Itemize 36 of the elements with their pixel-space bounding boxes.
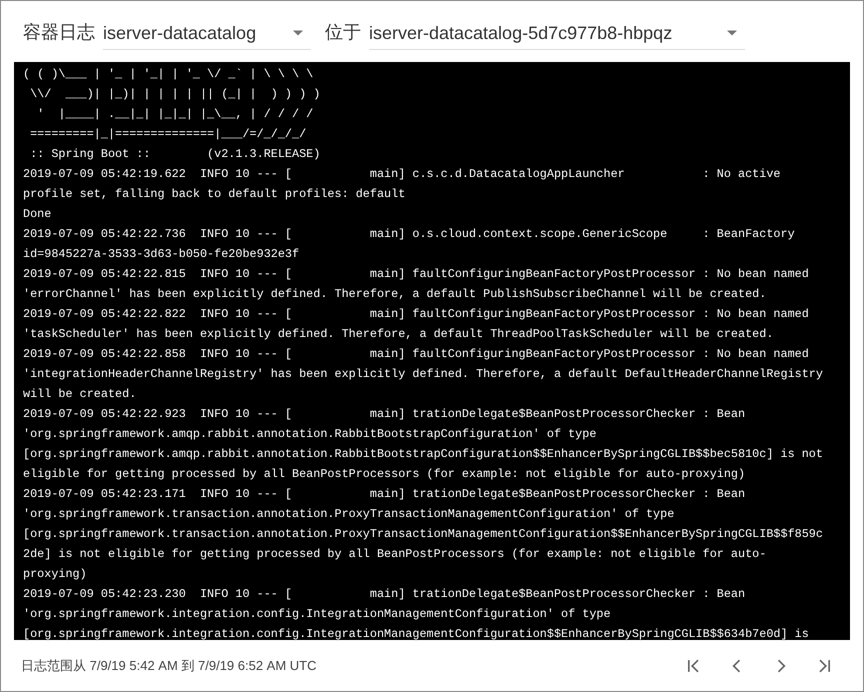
log-label: 容器日志 [23, 20, 95, 44]
log-line: [org.springframework.integration.config.IntegrationManagementConfiguration$$EnhancerBySpringCGLIB$$634b7e0d] is [23, 626, 809, 640]
log-line: 'integrationHeaderChannelRegistry' has been explicitly defined. Therefore, a default DefaultHeaderChannelRegistry [23, 366, 823, 383]
log-line: 2019-07-09 05:42:23.230 INFO 10 --- [ main] trationDelegate$BeanPostProcessorChecker : Bean [23, 586, 746, 603]
log-line: [org.springframework.transaction.annotation.ProxyTransactionManagementConfiguration$$EnhancerBySpringCGLIB$$f859c [23, 526, 823, 543]
log-line: will be created. [23, 386, 136, 403]
log-line: :: Spring Boot :: (v2.1.3.RELEASE) [29, 146, 320, 163]
log-line: 2019-07-09 05:42:22.736 INFO 10 --- [ main] o.s.cloud.context.scope.GenericScope : BeanFactory [23, 226, 795, 243]
log-line: 2019-07-09 05:42:19.622 INFO 10 --- [ main] c.s.c.d.DatacatalogAppLauncher : No active [23, 166, 780, 183]
log-line: 2019-07-09 05:42:23.171 INFO 10 --- [ main] trationDelegate$BeanPostProcessorChecker : Bean [23, 486, 746, 503]
log-line: 2de] is not eligible for getting processed by all BeanPostProcessors (for example: not eligible for auto- [23, 546, 766, 563]
log-line: \\/ ___)| |_)| | | | | || (_| | ) ) ) ) [29, 86, 320, 103]
log-line: Done [23, 206, 52, 223]
log-line: 'org.springframework.amqp.rabbit.annotation.RabbitBootstrapConfiguration' of type [23, 426, 596, 443]
log-line: eligible for getting processed by all BeanPostProcessors (for example: not eligible for auto-proxying) [23, 466, 746, 483]
container-dropdown[interactable]: iserver-datacatalog [103, 14, 311, 50]
log-range-text: 日志范围从 7/9/19 5:42 AM 到 7/9/19 6:52 AM UTC [21, 656, 317, 674]
caret-icon [727, 30, 737, 36]
log-line: [org.springframework.amqp.rabbit.annotation.RabbitBootstrapConfiguration$$EnhancerBySpringCGLIB$$bec5810c] is not [23, 446, 823, 463]
log-line: profile set, falling back to default profiles: default [23, 186, 406, 203]
log-line: 2019-07-09 05:42:22.923 INFO 10 --- [ main] trationDelegate$BeanPostProcessorChecker : Bean [23, 406, 746, 423]
log-line: 'errorChannel' has been explicitly defined. Therefore, a default PublishSubscribeChannel will be created. [23, 286, 766, 303]
log-line: 'org.springframework.integration.config.IntegrationManagementConfiguration' of type [23, 606, 611, 623]
log-line: ' |____| .__|_| |_|_| |_\__, | / / / / [36, 106, 314, 123]
log-line: =========|_|==============|___/=/_/_/_/ [29, 126, 306, 143]
pod-dropdown[interactable]: iserver-datacatalog-5d7c977b8-hbpqz [369, 14, 745, 50]
log-line: id=9845227a-3533-3d63-b050-fe20be932e3f [23, 246, 300, 263]
location-label: 位于 [325, 20, 361, 44]
log-line: 2019-07-09 05:42:22.822 INFO 10 --- [ main] faultConfiguringBeanFactoryPostProcessor : No bean named [23, 306, 809, 323]
log-line: 'taskScheduler' has been explicitly defined. Therefore, a default ThreadPoolTaskScheduler will be created. [23, 326, 774, 343]
log-line: proxying) [23, 566, 87, 583]
log-line: 'org.springframework.transaction.annotation.ProxyTransactionManagementConfiguration' of type [23, 506, 674, 523]
log-line: ( ( )\___ | '_ | '_| | '_ \/ _` | \ \ \ \ [23, 66, 314, 83]
log-line: 2019-07-09 05:42:22.858 INFO 10 --- [ main] faultConfiguringBeanFactoryPostProcessor : No bean named [23, 346, 809, 363]
caret-icon [293, 30, 303, 36]
log-line: 2019-07-09 05:42:22.815 INFO 10 --- [ main] faultConfiguringBeanFactoryPostProcessor : No bean named [23, 266, 809, 283]
